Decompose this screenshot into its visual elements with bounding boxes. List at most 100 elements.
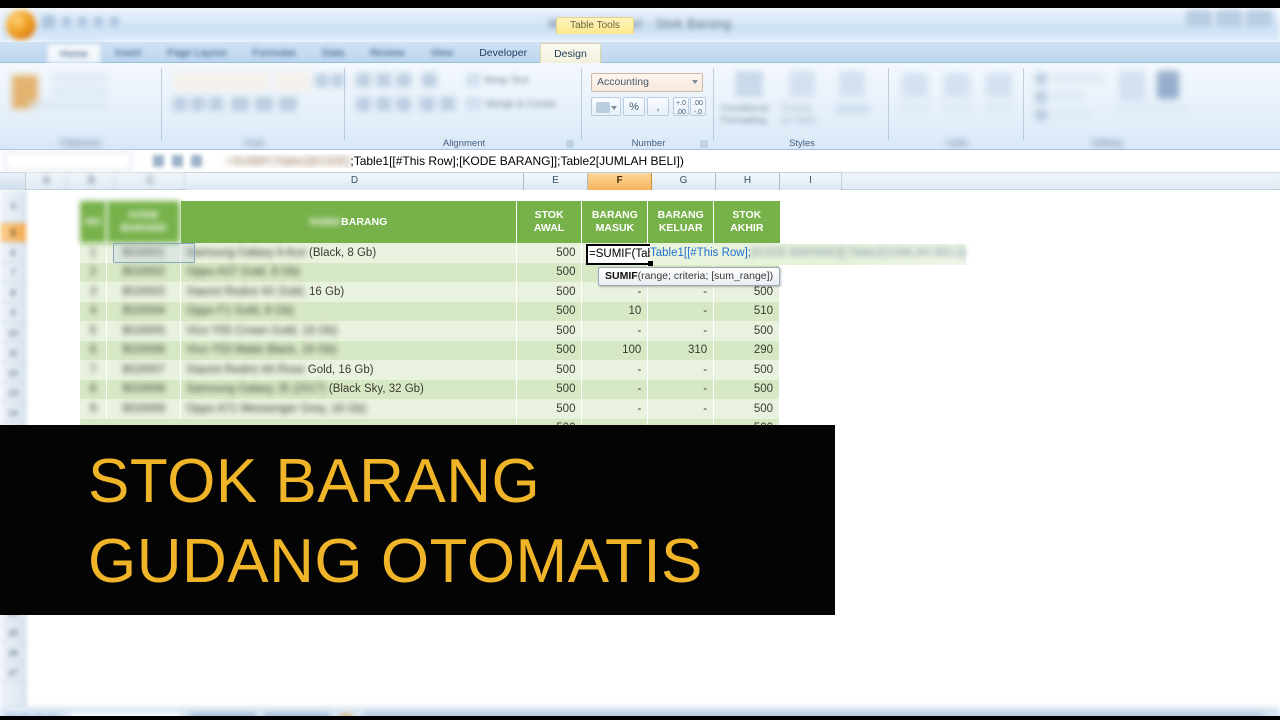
cell-no[interactable]: 2 xyxy=(80,262,108,282)
align-center-icon[interactable] xyxy=(376,97,391,111)
cell-stok-awal[interactable]: 500 xyxy=(516,379,583,399)
merge-center-label[interactable]: Merge & Center xyxy=(486,99,557,110)
cell-nama[interactable]: Oppo A37 Gold, 8 Gb) xyxy=(180,262,517,282)
cell-styles-label[interactable] xyxy=(835,105,871,114)
cell-kode[interactable]: BG0003 xyxy=(106,282,182,302)
column-header-e[interactable]: E xyxy=(524,173,588,190)
orientation-icon[interactable] xyxy=(422,73,437,87)
cell-barang-masuk[interactable]: - xyxy=(581,360,649,380)
accounting-format-button[interactable] xyxy=(591,97,621,116)
chevron-down-icon[interactable] xyxy=(611,106,617,110)
font-name-combo[interactable] xyxy=(173,73,269,90)
wrap-text-icon[interactable] xyxy=(466,73,480,87)
align-middle-icon[interactable] xyxy=(376,73,391,87)
table-row[interactable]: 6 BG0006 Vivo Y53 Matte Black, 16 Gb) 50… xyxy=(80,340,780,360)
row-header[interactable]: 3 xyxy=(0,190,26,223)
autosum-icon[interactable] xyxy=(1035,73,1047,85)
cell-kode[interactable]: BG0005 xyxy=(106,321,182,341)
bold-icon[interactable] xyxy=(173,97,187,111)
row-header[interactable]: 26 xyxy=(0,643,26,663)
column-header-i[interactable]: I xyxy=(780,173,842,190)
cell-nama[interactable]: Samsung Galaxy J5 (2017) (Black Sky, 32 … xyxy=(180,379,517,399)
find-select-icon[interactable] xyxy=(1157,71,1179,99)
increase-indent-icon[interactable] xyxy=(440,97,455,111)
cell-stok-awal[interactable]: 500 xyxy=(516,282,583,302)
table-row[interactable]: 8 BG0008 Samsung Galaxy J5 (2017) (Black… xyxy=(80,379,780,399)
fill-icon[interactable] xyxy=(1035,91,1047,103)
clear-icon[interactable] xyxy=(1035,109,1047,121)
tab-home[interactable]: Home xyxy=(46,43,103,63)
tab-data[interactable]: Data xyxy=(309,43,357,63)
row-header-selected[interactable]: 5 xyxy=(0,223,26,243)
formula-bar-buttons[interactable] xyxy=(132,155,222,167)
cell-barang-keluar[interactable]: - xyxy=(647,360,715,380)
align-bottom-icon[interactable] xyxy=(396,73,411,87)
decrease-indent-icon[interactable] xyxy=(420,97,435,111)
shrink-font-icon[interactable] xyxy=(331,74,344,87)
tab-view[interactable]: View xyxy=(418,43,467,63)
insert-function-icon[interactable] xyxy=(190,155,202,167)
format-as-table-icon[interactable] xyxy=(789,71,815,97)
cell-stok-awal[interactable]: 500 xyxy=(516,360,583,380)
sort-filter-icon[interactable] xyxy=(1119,71,1145,101)
row-header[interactable]: 8 xyxy=(0,283,26,303)
format-cells-icon[interactable] xyxy=(986,73,1012,97)
cell-nama[interactable]: Vivo Y55 Crown Gold, 16 Gb) xyxy=(180,321,517,341)
row-header[interactable]: 7 xyxy=(0,263,26,283)
cell-barang-masuk[interactable]: - xyxy=(581,321,649,341)
cell-no[interactable]: 7 xyxy=(80,360,108,380)
row-header[interactable]: 27 xyxy=(0,663,26,683)
table-row[interactable]: 5 BG0005 Vivo Y55 Crown Gold, 16 Gb) 500… xyxy=(80,321,780,341)
font-color-icon[interactable] xyxy=(279,97,297,111)
italic-icon[interactable] xyxy=(191,97,205,111)
cell-kode[interactable]: BG0006 xyxy=(106,340,182,360)
fill-handle[interactable] xyxy=(648,261,653,266)
percent-style-button[interactable]: % xyxy=(623,97,645,116)
insert-cells-icon[interactable] xyxy=(902,73,928,97)
column-headers-overflow[interactable] xyxy=(842,173,1280,190)
cell-nama[interactable]: Vivo Y53 Matte Black, 16 Gb) xyxy=(180,340,517,360)
alignment-dialog-launcher-icon[interactable] xyxy=(566,140,574,148)
tab-insert[interactable]: Insert xyxy=(102,43,154,63)
tab-developer[interactable]: Developer xyxy=(466,43,540,63)
conditional-formatting-label-line1[interactable]: Conditional xyxy=(721,103,769,114)
cell-stok-akhir[interactable]: 500 xyxy=(713,321,780,341)
cell-stok-akhir[interactable]: 510 xyxy=(713,301,780,321)
grow-font-icon[interactable] xyxy=(315,74,328,87)
cell-nama[interactable]: Oppo A71 Messenger Grey, 16 Gb) xyxy=(180,399,517,419)
borders-icon[interactable] xyxy=(231,97,249,111)
cancel-icon[interactable] xyxy=(152,155,164,167)
tab-page-layout[interactable]: Page Layout xyxy=(154,43,239,63)
cell-barang-masuk[interactable]: - xyxy=(581,379,649,399)
cell-stok-awal[interactable]: 500 xyxy=(516,340,583,360)
row-header[interactable]: 12 xyxy=(0,363,26,383)
cell-barang-masuk[interactable]: 100 xyxy=(581,340,649,360)
tab-design[interactable]: Design xyxy=(540,43,601,63)
cell-barang-keluar[interactable]: 310 xyxy=(647,340,715,360)
col-header-kode-barang[interactable]: KODE BARANG xyxy=(106,201,182,243)
fill-color-icon[interactable] xyxy=(255,97,273,111)
cell-no[interactable]: 9 xyxy=(80,399,108,419)
tab-formulas[interactable]: Formulas xyxy=(239,43,309,63)
row-header[interactable]: 9 xyxy=(0,303,26,323)
column-header-f[interactable]: F xyxy=(588,173,652,190)
row-header[interactable]: 25 xyxy=(0,623,26,643)
sort-filter-label[interactable] xyxy=(1115,105,1151,114)
conditional-formatting-label-line2[interactable]: Formatting xyxy=(721,115,766,126)
cell-stok-akhir[interactable]: 500 xyxy=(713,360,780,380)
name-box[interactable] xyxy=(4,151,132,171)
close-icon[interactable] xyxy=(1246,10,1272,26)
col-header-barang-keluar[interactable]: BARANG KELUAR xyxy=(647,201,715,243)
col-header-stok-awal[interactable]: STOK AWAL xyxy=(516,201,583,243)
cell-barang-keluar[interactable]: - xyxy=(647,321,715,341)
cell-nama[interactable]: Oppo F1 Gold, 8 Gb) xyxy=(180,301,517,321)
col-header-barang-masuk[interactable]: BARANG MASUK xyxy=(581,201,649,243)
decrease-decimal-button[interactable]: .00 -.0 xyxy=(690,97,706,116)
col-header-stok-akhir[interactable]: STOK AKHIR xyxy=(713,201,780,243)
select-all-corner[interactable] xyxy=(0,173,26,190)
cell-stok-awal[interactable]: 500 xyxy=(516,321,583,341)
table-row[interactable]: 9 BG0009 Oppo A71 Messenger Grey, 16 Gb)… xyxy=(80,399,780,419)
cell-no[interactable]: 6 xyxy=(80,340,108,360)
cell-nama[interactable]: Xiaomi Redmi 4X Gold, 16 Gb) xyxy=(180,282,517,302)
col-header-nama-barang[interactable]: NAMA BARANG xyxy=(180,201,517,243)
